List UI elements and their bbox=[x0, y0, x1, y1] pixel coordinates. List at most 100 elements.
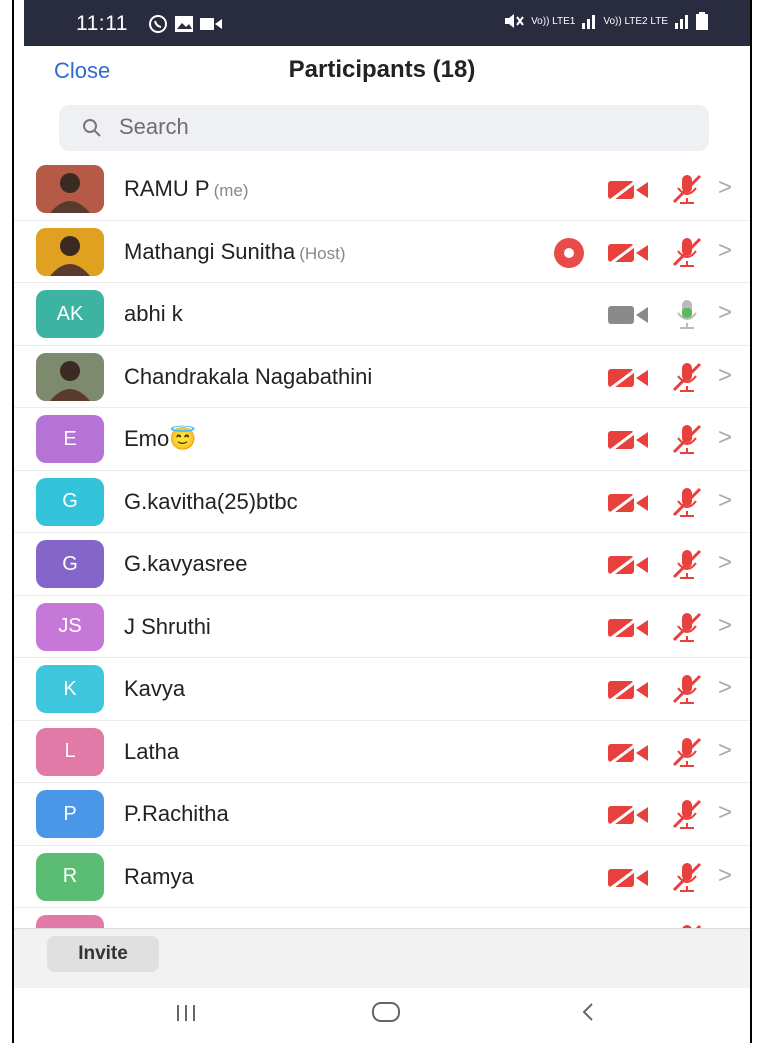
participant-name-text: Emo😇 bbox=[124, 426, 197, 451]
participant-name: Kavya bbox=[124, 676, 185, 702]
video-off-icon bbox=[606, 488, 650, 516]
mic-muted-icon bbox=[670, 860, 704, 894]
header: Close Participants (18) bbox=[14, 46, 750, 98]
chevron-right-icon[interactable]: > bbox=[718, 299, 732, 327]
participant-name: J Shruthi bbox=[124, 614, 211, 640]
chevron-right-icon[interactable]: > bbox=[718, 424, 732, 452]
video-off-icon bbox=[606, 363, 650, 391]
mic-muted-icon bbox=[670, 422, 704, 456]
chevron-right-icon[interactable]: > bbox=[718, 862, 732, 890]
chevron-right-icon[interactable]: > bbox=[718, 674, 732, 702]
participant-row[interactable]: G G.kavitha(25)btbc > bbox=[14, 471, 750, 533]
video-off-icon bbox=[606, 238, 650, 266]
participant-list[interactable]: RAMU P (me) > Mathangi Sunitha (Host) > AK abhi… bbox=[14, 158, 750, 928]
participant-row[interactable]: L Latha > bbox=[14, 721, 750, 783]
chevron-right-icon[interactable]: > bbox=[718, 799, 732, 827]
network-sim1: Vo)) LTE1 bbox=[531, 15, 576, 27]
participant-row[interactable]: Mathangi Sunitha (Host) > bbox=[14, 221, 750, 283]
participant-name-text: Chandrakala Nagabathini bbox=[124, 363, 373, 389]
bottom-bar: Invite bbox=[14, 928, 750, 989]
gallery-icon bbox=[175, 16, 193, 32]
participant-name: Latha bbox=[124, 739, 179, 765]
search-bar[interactable] bbox=[59, 105, 709, 151]
participant-row[interactable]: Chandrakala Nagabathini > bbox=[14, 346, 750, 408]
participant-name: Mathangi Sunitha (Host) bbox=[124, 239, 346, 265]
recording-icon bbox=[554, 237, 584, 268]
recent-apps-icon bbox=[177, 1005, 195, 1021]
mic-muted-icon bbox=[670, 172, 704, 206]
participant-role-tag: (Host) bbox=[299, 243, 346, 263]
invite-button[interactable]: Invite bbox=[47, 936, 159, 972]
participant-name: Emo😇 bbox=[124, 426, 197, 452]
participant-name: Chandrakala Nagabathini bbox=[124, 364, 372, 390]
video-off-icon bbox=[606, 800, 650, 828]
mic-muted-icon bbox=[670, 547, 704, 581]
back-button[interactable] bbox=[579, 998, 597, 1030]
avatar: L bbox=[36, 727, 104, 776]
mic-muted-icon bbox=[670, 360, 704, 394]
mic-muted-icon bbox=[670, 797, 704, 831]
mute-icon bbox=[505, 14, 524, 28]
participant-row[interactable]: RRealme> bbox=[14, 908, 750, 928]
chevron-right-icon[interactable]: > bbox=[718, 237, 732, 265]
recent-apps-button[interactable] bbox=[174, 998, 198, 1030]
participant-name: Ramya bbox=[124, 864, 194, 890]
participant-row[interactable]: K Kavya > bbox=[14, 658, 750, 721]
chevron-right-icon[interactable]: > bbox=[718, 737, 732, 765]
photo-avatar-icon bbox=[36, 227, 104, 276]
chevron-right-icon[interactable]: > bbox=[718, 487, 732, 515]
participant-name-text: abhi k bbox=[124, 301, 183, 326]
avatar bbox=[36, 352, 104, 401]
network-sim2: Vo)) LTE2 LTE bbox=[603, 15, 668, 27]
participant-row[interactable]: AK abhi k > bbox=[14, 283, 750, 346]
participant-row[interactable]: P P.Rachitha > bbox=[14, 783, 750, 846]
video-off-icon bbox=[606, 613, 650, 641]
chevron-right-icon[interactable]: > bbox=[718, 174, 732, 202]
participant-name-text: P.Rachitha bbox=[124, 801, 229, 826]
chevron-right-icon[interactable]: > bbox=[718, 549, 732, 577]
mic-muted-icon bbox=[670, 485, 704, 519]
video-off-icon bbox=[606, 863, 650, 891]
participant-name-text: RAMU P bbox=[124, 176, 210, 201]
mic-muted-icon bbox=[670, 672, 704, 706]
chevron-right-icon[interactable]: > bbox=[718, 362, 732, 390]
video-on-icon bbox=[606, 300, 650, 328]
participant-row[interactable]: E Emo😇 > bbox=[14, 408, 750, 471]
participant-name-text: G.kavyasree bbox=[124, 551, 248, 576]
home-button[interactable] bbox=[371, 998, 401, 1030]
home-icon bbox=[372, 1002, 400, 1022]
participant-name: RAMU P (me) bbox=[124, 176, 249, 202]
search-input[interactable] bbox=[117, 113, 681, 141]
status-bar: 11:11 Vo)) LTE1 Vo)) LTE2 LTE bbox=[24, 0, 750, 46]
participant-row[interactable]: G G.kavyasree > bbox=[14, 533, 750, 596]
video-off-icon bbox=[606, 675, 650, 703]
video-off-icon bbox=[606, 425, 650, 453]
chevron-right-icon[interactable]: > bbox=[718, 612, 732, 640]
avatar: R bbox=[36, 852, 104, 901]
photo-avatar-icon bbox=[36, 165, 104, 213]
status-icons-right: Vo)) LTE1 Vo)) LTE2 LTE bbox=[503, 12, 708, 30]
avatar: R bbox=[36, 915, 104, 928]
avatar: JS bbox=[36, 602, 104, 651]
participant-name-text: Kavya bbox=[124, 676, 186, 701]
participant-role-tag: (me) bbox=[213, 181, 249, 200]
status-time: 11:11 bbox=[76, 12, 128, 35]
mic-active-icon bbox=[670, 297, 704, 331]
battery-icon bbox=[696, 12, 708, 30]
whatsapp-icon bbox=[149, 15, 167, 33]
avatar bbox=[36, 165, 104, 213]
participant-name-text: Ramya bbox=[124, 863, 194, 889]
participant-row[interactable]: JS J Shruthi > bbox=[14, 596, 750, 658]
search-icon bbox=[83, 119, 101, 137]
participant-row[interactable]: R Ramya > bbox=[14, 846, 750, 908]
mic-muted-icon bbox=[670, 735, 704, 769]
status-icons-left bbox=[148, 14, 222, 34]
photo-avatar-icon bbox=[36, 352, 104, 401]
participant-row[interactable]: RAMU P (me) > bbox=[14, 158, 750, 221]
signal-icon bbox=[582, 15, 596, 29]
participant-name: G.kavitha(25)btbc bbox=[124, 489, 298, 515]
video-off-icon bbox=[606, 175, 650, 203]
participant-name-text: Latha bbox=[124, 738, 180, 764]
avatar: G bbox=[36, 477, 104, 526]
video-off-icon bbox=[606, 550, 650, 578]
